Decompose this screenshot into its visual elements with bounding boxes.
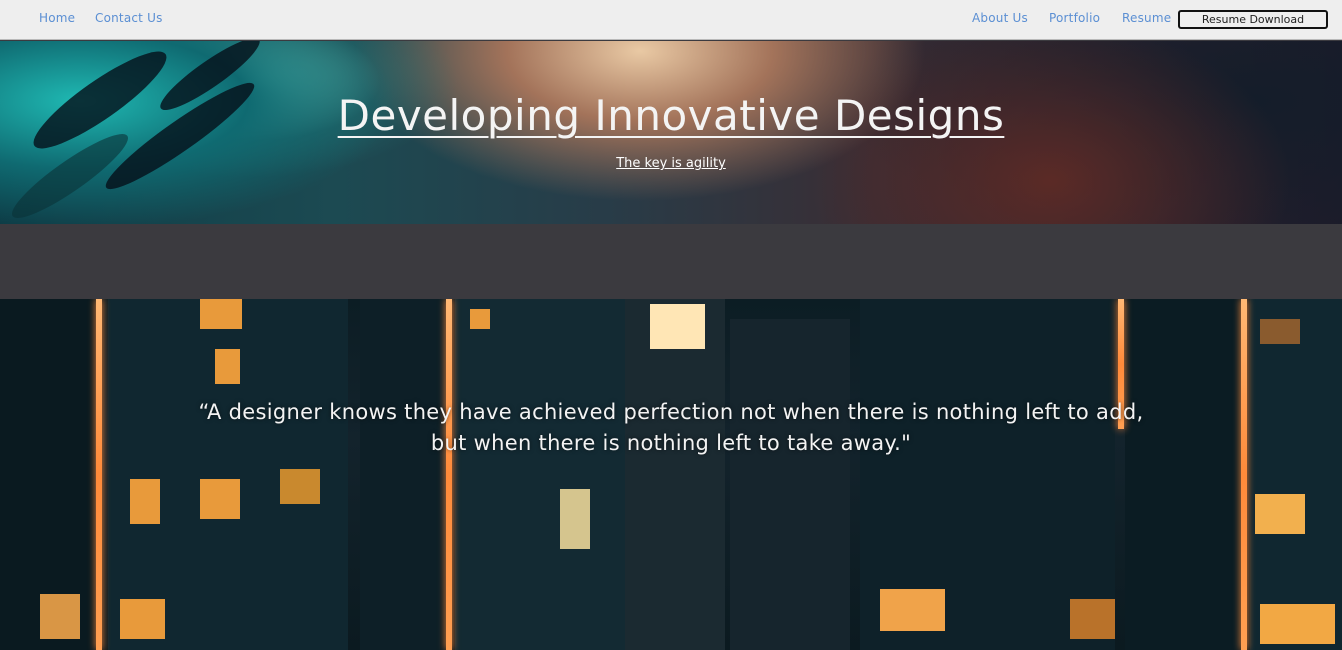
section-divider-band <box>0 224 1342 299</box>
city-building <box>455 299 625 650</box>
hero-banner: Developing Innovative Designs The key is… <box>0 41 1342 224</box>
nav-portfolio-link[interactable]: Portfolio <box>1049 11 1100 25</box>
nav-contact-us-link[interactable]: Contact Us <box>95 11 163 25</box>
design-quote: “A designer knows they have achieved per… <box>0 397 1342 459</box>
hero-subtitle[interactable]: The key is agility <box>0 156 1342 171</box>
top-navbar: Home Contact Us About Us Portfolio Resum… <box>0 0 1342 40</box>
lit-window <box>1070 599 1115 639</box>
city-building <box>625 299 725 650</box>
lit-window <box>470 309 490 329</box>
city-building <box>1250 299 1342 650</box>
nav-home-link[interactable]: Home <box>39 11 75 25</box>
quote-line-1: “A designer knows they have achieved per… <box>198 400 1144 424</box>
nav-about-us-link[interactable]: About Us <box>972 11 1028 25</box>
lit-window <box>1260 604 1335 644</box>
lit-window <box>1255 494 1305 534</box>
quote-section: “A designer knows they have achieved per… <box>0 299 1342 650</box>
neon-stripe <box>96 299 102 650</box>
lit-window <box>120 599 165 639</box>
lit-window <box>280 469 320 504</box>
city-building <box>1125 299 1240 650</box>
neon-stripe <box>446 299 452 650</box>
lit-window <box>130 479 160 524</box>
lit-window <box>880 589 945 631</box>
quote-line-2: but when there is nothing left to take a… <box>430 431 912 455</box>
neon-stripe <box>1241 299 1247 650</box>
nav-resume-link[interactable]: Resume <box>1122 11 1171 25</box>
hero-title[interactable]: Developing Innovative Designs <box>0 91 1342 140</box>
lit-window <box>40 594 80 639</box>
lit-window <box>215 349 240 384</box>
lit-window <box>650 304 705 349</box>
resume-download-button[interactable]: Resume Download <box>1178 10 1328 29</box>
city-building <box>730 319 850 650</box>
lit-window <box>560 489 590 549</box>
lit-window <box>200 479 240 519</box>
lit-window <box>1260 319 1300 344</box>
city-building <box>360 299 440 650</box>
lit-window <box>200 299 242 329</box>
